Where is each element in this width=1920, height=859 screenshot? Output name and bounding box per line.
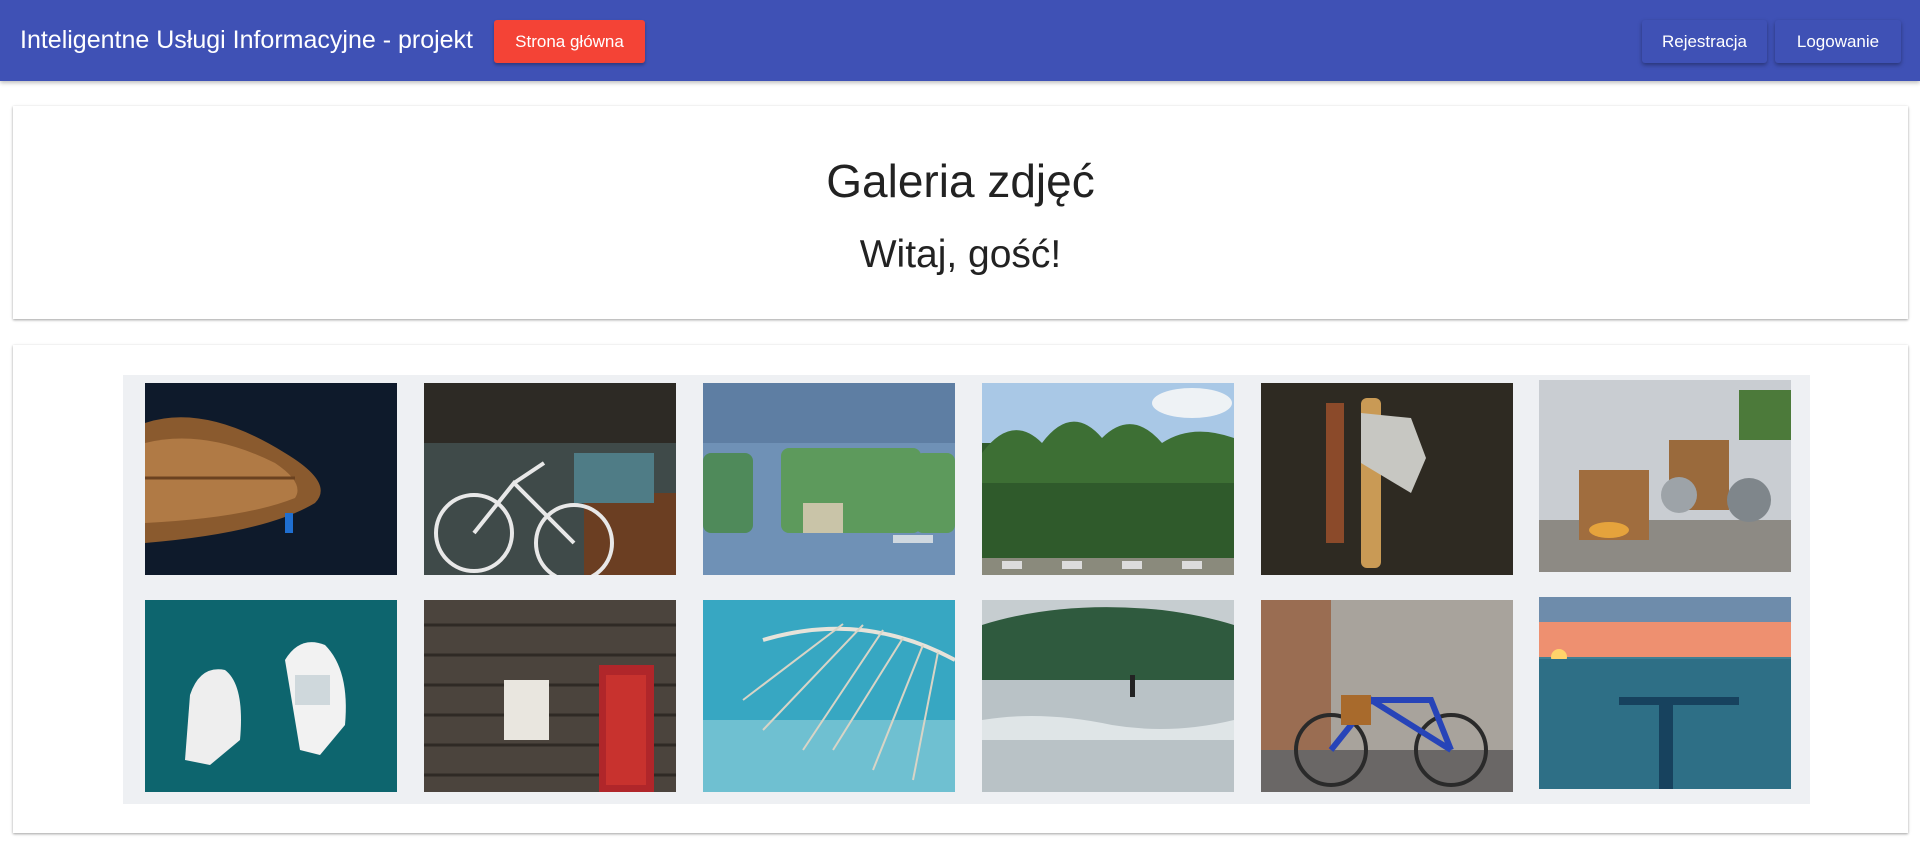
knife-axe-photo[interactable] xyxy=(1261,383,1513,575)
blue-bicycle-photo[interactable] xyxy=(1261,600,1513,792)
greeting-text: Witaj, gość! xyxy=(859,233,1062,276)
app-title: Inteligentne Usługi Informacyjne - proje… xyxy=(20,26,474,54)
motorboats-photo[interactable] xyxy=(145,600,397,792)
bicycle-shop-photo[interactable] xyxy=(424,383,676,575)
pier-sunset-photo[interactable] xyxy=(1539,597,1791,789)
forest-photo[interactable] xyxy=(982,383,1234,575)
palm-leaf-photo[interactable] xyxy=(703,600,955,792)
gallery-card xyxy=(13,345,1908,833)
home-button[interactable]: Strona główna xyxy=(494,20,645,63)
rowboat-photo[interactable] xyxy=(145,383,397,575)
pots-crates-photo[interactable] xyxy=(1539,380,1791,572)
app-bar: Inteligentne Usługi Informacyjne - proje… xyxy=(0,0,1920,81)
bus-window-photo[interactable] xyxy=(703,383,955,575)
header-card: Galeria zdjęć Witaj, gość! xyxy=(13,106,1908,319)
register-button[interactable]: Rejestracja xyxy=(1642,20,1767,63)
login-button[interactable]: Logowanie xyxy=(1775,20,1901,63)
surfer-photo[interactable] xyxy=(982,600,1234,792)
page-title: Galeria zdjęć xyxy=(826,155,1095,207)
wooden-house-photo[interactable] xyxy=(424,600,676,792)
